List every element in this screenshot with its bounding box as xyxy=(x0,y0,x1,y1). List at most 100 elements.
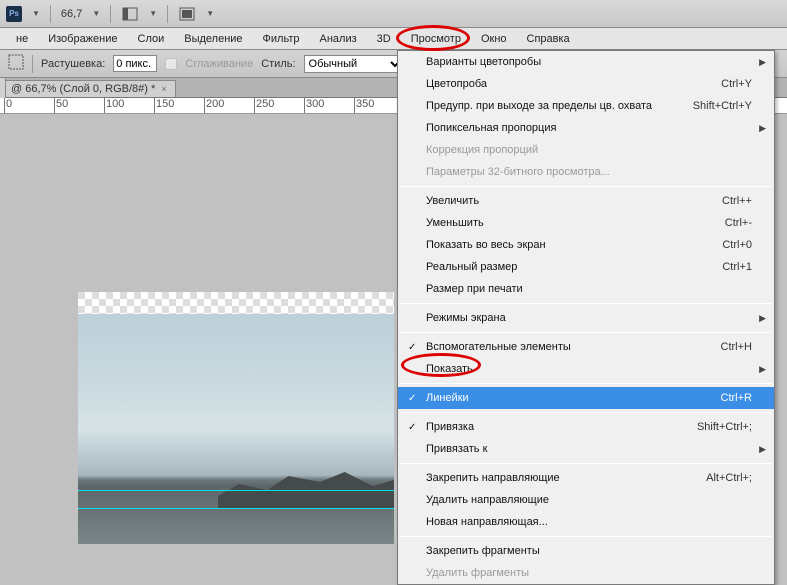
submenu-arrow-icon: ▶ xyxy=(759,313,766,324)
ruler-tick: 350 xyxy=(354,98,374,114)
zoom-value[interactable]: 66,7 xyxy=(61,8,82,20)
menu-item[interactable]: Предупр. при выходе за пределы цв. охват… xyxy=(398,95,774,117)
ruler-tick: 0 xyxy=(4,98,12,114)
ruler-tick: 300 xyxy=(304,98,324,114)
menu-window[interactable]: Окно xyxy=(471,30,517,48)
ruler-tick: 150 xyxy=(154,98,174,114)
menu-item[interactable]: Режимы экрана ▶ xyxy=(398,307,774,329)
menu-item[interactable]: Новая направляющая... xyxy=(398,511,774,533)
toolbar-strip xyxy=(0,78,6,98)
top-toolbar: Ps ▼ 66,7 ▼ ▼ ▼ xyxy=(0,0,787,28)
menu-item[interactable]: Удалить направляющие xyxy=(398,489,774,511)
menu-select[interactable]: Выделение xyxy=(174,30,252,48)
menu-item-label: Привязка xyxy=(426,421,697,433)
menu-item-label: Попиксельная пропорция xyxy=(426,122,752,134)
menu-shortcut: Ctrl+1 xyxy=(722,261,752,273)
menu-filter[interactable]: Фильтр xyxy=(253,30,310,48)
close-icon[interactable]: × xyxy=(161,84,166,94)
chevron-down-icon[interactable]: ▼ xyxy=(32,9,40,18)
menu-separator xyxy=(400,463,772,464)
menu-item[interactable]: Показать ▶ xyxy=(398,358,774,380)
menu-item-label: Уменьшить xyxy=(426,217,725,229)
menu-item[interactable]: УменьшитьCtrl+- xyxy=(398,212,774,234)
menu-help[interactable]: Справка xyxy=(517,30,580,48)
menu-item-label: Коррекция пропорций xyxy=(426,144,752,156)
menu-item-label: Показать во весь экран xyxy=(426,239,722,251)
horizontal-guide[interactable] xyxy=(78,490,394,491)
menu-shortcut: Shift+Ctrl+Y xyxy=(693,100,752,112)
menu-item: Удалить фрагменты xyxy=(398,562,774,584)
menu-shortcut: Shift+Ctrl+; xyxy=(697,421,752,433)
screen-mode-icon[interactable] xyxy=(178,5,196,23)
menu-item[interactable]: Закрепить направляющиеAlt+Ctrl+; xyxy=(398,467,774,489)
view-menu-dropdown: Варианты цветопробы ▶ ЦветопробаCtrl+Y Пред… xyxy=(397,50,775,585)
menu-edit[interactable]: не xyxy=(6,30,38,48)
menu-separator xyxy=(400,303,772,304)
menu-item-label: Размер при печати xyxy=(426,283,752,295)
document-image[interactable] xyxy=(78,292,394,544)
document-tab[interactable]: @ 66,7% (Слой 0, RGB/8#) * × xyxy=(2,80,176,97)
menu-shortcut: Ctrl+R xyxy=(721,392,752,404)
menu-item-label: Параметры 32-битного просмотра... xyxy=(426,166,752,178)
menu-item[interactable]: ✓ПривязкаShift+Ctrl+; xyxy=(398,416,774,438)
check-icon: ✓ xyxy=(408,342,416,353)
menu-item-label: Варианты цветопробы xyxy=(426,56,752,68)
menu-shortcut: Ctrl++ xyxy=(722,195,752,207)
menu-item-label: Предупр. при выходе за пределы цв. охват… xyxy=(426,100,693,112)
antialias-checkbox xyxy=(165,58,177,70)
menu-item[interactable]: ✓ЛинейкиCtrl+R xyxy=(398,387,774,409)
menu-shortcut: Ctrl+Y xyxy=(721,78,752,90)
menu-item-label: Режимы экрана xyxy=(426,312,752,324)
chevron-down-icon[interactable]: ▼ xyxy=(92,9,100,18)
menu-item[interactable]: Реальный размерCtrl+1 xyxy=(398,256,774,278)
menu-item[interactable]: Привязать к▶ xyxy=(398,438,774,460)
menu-item[interactable]: Показать во весь экранCtrl+0 xyxy=(398,234,774,256)
ruler-tick: 250 xyxy=(254,98,274,114)
menu-shortcut: Ctrl+0 xyxy=(722,239,752,251)
menu-3d[interactable]: 3D xyxy=(367,30,401,48)
menu-item-label: Показать xyxy=(426,363,752,375)
menu-item[interactable]: Попиксельная пропорция ▶ xyxy=(398,117,774,139)
menu-layers[interactable]: Слои xyxy=(128,30,175,48)
menu-item-label: Вспомогательные элементы xyxy=(426,341,721,353)
chevron-down-icon[interactable]: ▼ xyxy=(206,9,214,18)
menu-item[interactable]: УвеличитьCtrl++ xyxy=(398,190,774,212)
menu-item-label: Удалить фрагменты xyxy=(426,567,752,579)
ruler-tick: 50 xyxy=(54,98,68,114)
menu-shortcut: Alt+Ctrl+; xyxy=(706,472,752,484)
ruler-tick: 100 xyxy=(104,98,124,114)
horizontal-guide[interactable] xyxy=(78,508,394,509)
submenu-arrow-icon: ▶ xyxy=(759,364,766,375)
menu-separator xyxy=(400,186,772,187)
menu-item-label: Закрепить направляющие xyxy=(426,472,706,484)
marquee-tool-icon[interactable] xyxy=(8,54,24,73)
menu-item-label: Привязать к xyxy=(426,443,752,455)
submenu-arrow-icon: ▶ xyxy=(759,57,766,68)
menu-item-label: Увеличить xyxy=(426,195,722,207)
menu-item-label: Цветопроба xyxy=(426,78,721,90)
layout-icon[interactable] xyxy=(121,5,139,23)
menu-item[interactable]: Закрепить фрагменты xyxy=(398,540,774,562)
chevron-down-icon[interactable]: ▼ xyxy=(149,9,157,18)
feather-label: Растушевка: xyxy=(41,58,105,70)
menu-image[interactable]: Изображение xyxy=(38,30,127,48)
feather-input[interactable] xyxy=(113,55,157,72)
menu-item-label: Удалить направляющие xyxy=(426,494,752,506)
transparency-checker xyxy=(78,292,394,314)
submenu-arrow-icon: ▶ xyxy=(759,123,766,134)
check-icon: ✓ xyxy=(408,393,416,404)
menu-analysis[interactable]: Анализ xyxy=(310,30,367,48)
app-icon: Ps xyxy=(6,6,22,22)
menu-item[interactable]: Размер при печати xyxy=(398,278,774,300)
menu-item[interactable]: ✓ Вспомогательные элементыCtrl+H xyxy=(398,336,774,358)
menu-item[interactable]: ЦветопробаCtrl+Y xyxy=(398,73,774,95)
style-select[interactable]: Обычный xyxy=(304,55,404,73)
tab-title: @ 66,7% (Слой 0, RGB/8#) * xyxy=(11,83,155,95)
menu-item[interactable]: Варианты цветопробы ▶ xyxy=(398,51,774,73)
menu-view[interactable]: Просмотр xyxy=(401,30,471,48)
style-label: Стиль: xyxy=(261,58,295,70)
menu-separator xyxy=(400,412,772,413)
menu-shortcut: Ctrl+H xyxy=(721,341,752,353)
menu-shortcut: Ctrl+- xyxy=(725,217,752,229)
ruler-tick: 200 xyxy=(204,98,224,114)
